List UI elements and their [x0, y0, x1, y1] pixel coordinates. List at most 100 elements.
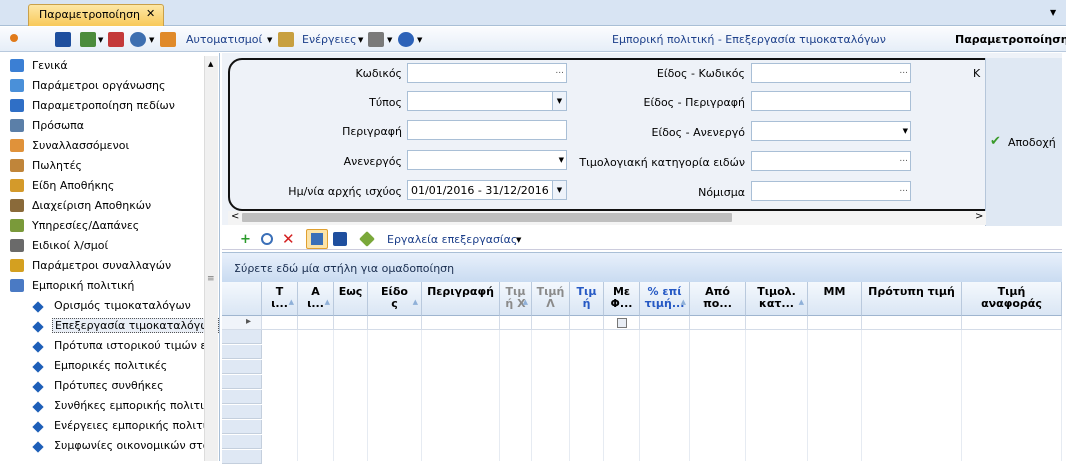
- tab-list-dropdown-icon[interactable]: ▼: [1050, 8, 1056, 17]
- type-dropdown-icon[interactable]: ▼: [552, 92, 566, 110]
- pricing-category-lookup-button[interactable]: ...: [899, 154, 908, 164]
- grid-cell[interactable]: [604, 316, 640, 330]
- pin-icon[interactable]: [10, 34, 18, 42]
- with-vat-checkbox[interactable]: [617, 318, 627, 328]
- item-description-input[interactable]: [751, 91, 911, 111]
- row-indicator[interactable]: [222, 390, 262, 404]
- row-indicator[interactable]: [222, 435, 262, 449]
- grid-cell[interactable]: [808, 316, 862, 330]
- delete-row-icon[interactable]: ✕: [282, 230, 295, 248]
- commercial-policy-icon: [10, 279, 24, 292]
- grid-cell[interactable]: [962, 316, 1062, 330]
- print-dropdown-icon[interactable]: ▼: [387, 36, 392, 44]
- tab-parametrization[interactable]: Παραμετροποίηση: [28, 4, 164, 26]
- accept-button[interactable]: Αποδοχή: [1008, 136, 1062, 149]
- edit-tools-dropdown-icon[interactable]: ▼: [516, 236, 521, 244]
- automations-icon[interactable]: [160, 32, 176, 47]
- grid-cell[interactable]: [368, 316, 422, 330]
- code-lookup-button[interactable]: ...: [555, 66, 564, 76]
- col-template-price-header[interactable]: Πρότυπη τιμή: [862, 282, 962, 316]
- services-icon: [10, 219, 24, 232]
- col-percent-on-price-header[interactable]: % επί τιμή... ▲: [640, 282, 690, 316]
- grid-cell[interactable]: [746, 316, 808, 330]
- item-inactive-dropdown-icon[interactable]: ▼: [903, 127, 908, 135]
- filter-scroll-thumb[interactable]: [242, 213, 732, 222]
- grid-cell[interactable]: [862, 316, 962, 330]
- actions-menu[interactable]: Ενέργειες: [302, 33, 357, 46]
- help-dropdown-icon[interactable]: ▼: [417, 36, 422, 44]
- type-select[interactable]: ▼: [407, 91, 567, 111]
- search-dropdown-icon[interactable]: ▼: [149, 36, 154, 44]
- salesmen-icon: [10, 159, 24, 172]
- row-indicator[interactable]: [222, 375, 262, 389]
- col-to-header[interactable]: Εως: [334, 282, 368, 316]
- row-indicator[interactable]: [222, 330, 262, 344]
- start-date-label: Ημ/νία αρχής ισχύος: [288, 185, 402, 198]
- row-indicator[interactable]: [222, 420, 262, 434]
- grid-cell[interactable]: [262, 316, 298, 330]
- grid-cell[interactable]: [422, 316, 500, 330]
- tab-close-icon[interactable]: ✕: [146, 7, 155, 20]
- col-with-vat-header[interactable]: Με Φ...: [604, 282, 640, 316]
- scroll-left-icon[interactable]: <: [231, 211, 239, 222]
- row-indicator[interactable]: [222, 450, 262, 464]
- item-inactive-select[interactable]: ▼: [751, 121, 911, 141]
- grid-save-icon[interactable]: [333, 232, 347, 246]
- row-indicator[interactable]: [222, 345, 262, 359]
- search-icon[interactable]: [130, 32, 146, 47]
- automations-dropdown-icon[interactable]: ▼: [267, 36, 272, 44]
- scroll-up-icon[interactable]: ▲: [208, 60, 213, 68]
- edit-tools-menu[interactable]: Εργαλεία επεξεργασίας: [387, 233, 517, 246]
- tab-title: Παραμετροποίηση: [39, 8, 141, 21]
- col-reference-price-header[interactable]: Τιμή αναφοράς: [962, 282, 1062, 316]
- inactive-dropdown-icon[interactable]: ▼: [559, 156, 564, 164]
- actions-icon[interactable]: [278, 32, 294, 47]
- description-input[interactable]: [407, 120, 567, 140]
- scroll-right-icon[interactable]: >: [975, 211, 983, 222]
- inactive-select[interactable]: ▼: [407, 150, 567, 170]
- row-indicator[interactable]: [222, 405, 262, 419]
- grid-cell[interactable]: [690, 316, 746, 330]
- save-icon[interactable]: [55, 32, 71, 47]
- grid-cell[interactable]: [640, 316, 690, 330]
- col-price-x-header[interactable]: Τιμ ή Χ ▲: [500, 282, 532, 316]
- find-icon[interactable]: [261, 233, 273, 245]
- help-icon[interactable]: [398, 32, 414, 47]
- col-description-header[interactable]: Περιγραφή: [422, 282, 500, 316]
- delete-icon[interactable]: [108, 32, 124, 47]
- col-price-header[interactable]: Τιμ ή: [570, 282, 604, 316]
- add-row-icon[interactable]: +: [240, 232, 251, 247]
- code-input[interactable]: ...: [407, 63, 567, 83]
- grid-cell[interactable]: [570, 316, 604, 330]
- col-price-l-header[interactable]: Τιμή Λ: [532, 282, 570, 316]
- item-code-lookup-button[interactable]: ...: [899, 66, 908, 76]
- new-record-dropdown-icon[interactable]: ▼: [98, 36, 103, 44]
- module-title: Παραμετροποίηση: [955, 33, 1066, 46]
- col-item-header[interactable]: Είδο ς ▲: [368, 282, 422, 316]
- col-unit-header[interactable]: ΜΜ: [808, 282, 862, 316]
- automations-menu[interactable]: Αυτοματισμοί: [186, 33, 262, 46]
- col-type-header[interactable]: Τι... ▲: [262, 282, 298, 316]
- pricing-category-input[interactable]: ...: [751, 151, 911, 171]
- item-code-input[interactable]: ...: [751, 63, 911, 83]
- grid-cell[interactable]: [500, 316, 532, 330]
- grid-cell[interactable]: [334, 316, 368, 330]
- currency-lookup-button[interactable]: ...: [899, 184, 908, 194]
- grid-column-body: [334, 330, 368, 461]
- col-a-header[interactable]: Αι... ▲: [298, 282, 334, 316]
- row-indicator[interactable]: [222, 360, 262, 374]
- row-indicator[interactable]: ▸: [222, 316, 262, 330]
- col-pricing-category-header[interactable]: Τιμολ. κατ... ▲: [746, 282, 808, 316]
- sidebar-scrollbar[interactable]: ▲ ≡: [204, 56, 218, 461]
- currency-input[interactable]: ...: [751, 181, 911, 201]
- start-date-input[interactable]: 01/01/2016 - 31/12/2016 ▼: [407, 180, 567, 200]
- print-icon[interactable]: [368, 32, 384, 47]
- grid-cell[interactable]: [298, 316, 334, 330]
- new-record-icon[interactable]: [80, 32, 96, 47]
- start-date-dropdown-icon[interactable]: ▼: [552, 181, 566, 199]
- column-chooser-button[interactable]: [306, 229, 328, 249]
- grid-cell[interactable]: [532, 316, 570, 330]
- scroll-grip-icon[interactable]: ≡: [207, 274, 215, 284]
- col-from-header[interactable]: Από πο...: [690, 282, 746, 316]
- actions-dropdown-icon[interactable]: ▼: [358, 36, 363, 44]
